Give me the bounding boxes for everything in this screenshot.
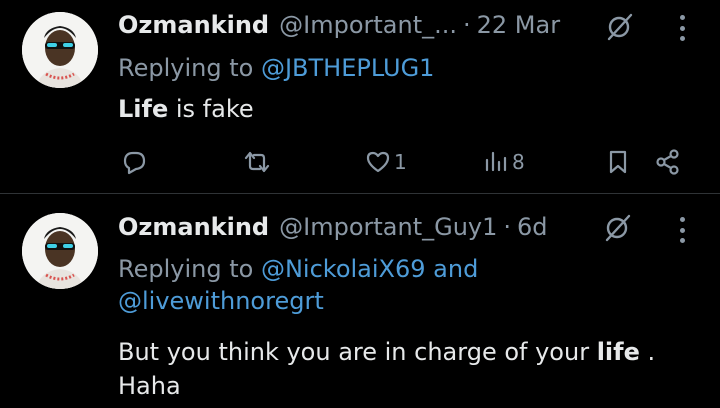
views-icon xyxy=(485,151,507,172)
views-button[interactable]: 8 xyxy=(484,144,525,180)
mention-joiner: and xyxy=(433,255,479,283)
replying-to: Replying to @JBTHEPLUG1 xyxy=(118,52,434,84)
tweet-text-rest: is fake xyxy=(168,95,254,123)
like-icon xyxy=(366,151,390,173)
grok-icon[interactable] xyxy=(604,12,634,42)
author-handle[interactable]: @Important_Guy1 xyxy=(279,213,497,241)
reply-button[interactable] xyxy=(120,144,148,180)
bookmark-icon xyxy=(609,150,627,174)
tweet-text-start: But you think you are in charge of your xyxy=(118,338,597,366)
tweet-text-end: . xyxy=(639,338,656,366)
replying-to: Replying to @NickolaiX69 and @livewithno… xyxy=(118,253,538,317)
tweet-text-line2: Haha xyxy=(118,372,181,400)
retweet-icon xyxy=(244,151,270,173)
author-handle[interactable]: @Important_... xyxy=(279,11,457,39)
mention-link[interactable]: @JBTHEPLUG1 xyxy=(261,54,435,82)
view-count: 8 xyxy=(512,150,525,174)
reply-icon xyxy=(123,151,146,175)
more-icon[interactable] xyxy=(676,217,688,243)
retweet-button[interactable] xyxy=(242,144,272,180)
action-bar: 1 8 xyxy=(0,144,720,180)
tweet-header: Ozmankind @Important_... · 22 Mar xyxy=(118,10,560,40)
avatar[interactable] xyxy=(22,12,98,88)
avatar[interactable] xyxy=(22,213,98,289)
mention-link[interactable]: @NickolaiX69 xyxy=(261,255,426,283)
grok-icon[interactable] xyxy=(602,213,632,243)
separator: · xyxy=(463,11,471,39)
replying-prefix: Replying to xyxy=(118,54,254,82)
highlighted-term: life xyxy=(596,338,640,366)
tweet-header: Ozmankind @Important_Guy1 · 6d xyxy=(118,212,548,242)
timestamp[interactable]: 22 Mar xyxy=(477,11,560,39)
share-icon xyxy=(656,149,679,175)
tweet[interactable]: Ozmankind @Important_... · 22 Mar Replyi… xyxy=(0,0,720,194)
tweet-text: But you think you are in charge of your … xyxy=(118,335,698,403)
separator: · xyxy=(503,213,512,241)
highlighted-term: Life xyxy=(118,95,169,123)
tweet-text: Life is fake xyxy=(118,92,254,126)
bookmark-button[interactable] xyxy=(606,144,630,180)
author-name[interactable]: Ozmankind xyxy=(118,213,269,241)
timestamp[interactable]: 6d xyxy=(517,213,548,241)
mention-link[interactable]: @livewithnoregrt xyxy=(118,287,324,315)
like-button[interactable]: 1 xyxy=(364,144,407,180)
like-count: 1 xyxy=(394,150,407,174)
share-button[interactable] xyxy=(654,144,682,180)
author-name[interactable]: Ozmankind xyxy=(118,11,269,39)
more-icon[interactable] xyxy=(676,15,688,41)
replying-prefix: Replying to xyxy=(118,255,254,283)
